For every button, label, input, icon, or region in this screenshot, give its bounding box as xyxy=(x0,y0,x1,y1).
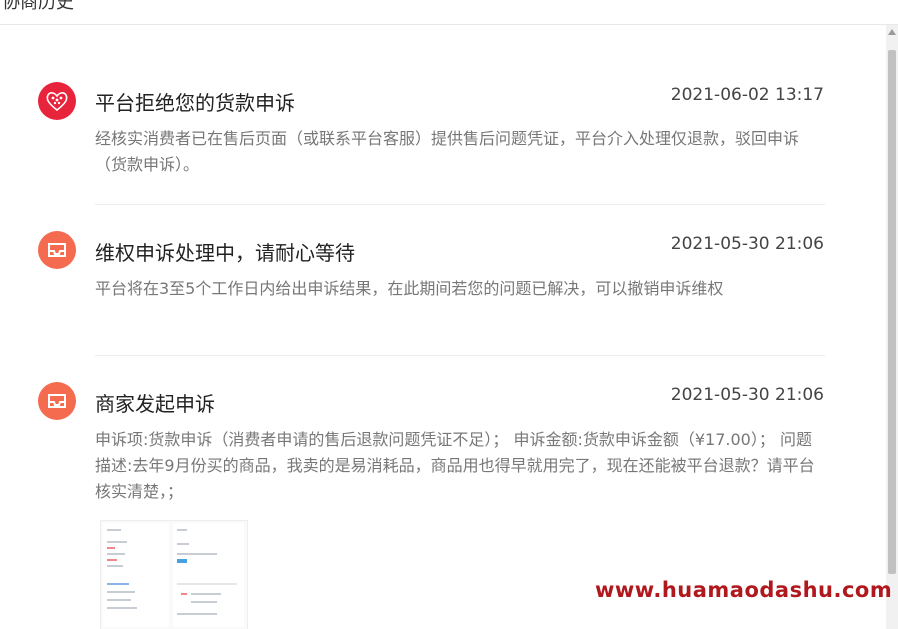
evidence-thumbnail[interactable] xyxy=(100,520,248,629)
inbox-icon xyxy=(38,231,76,269)
entry-time: 2021-06-02 13:17 xyxy=(670,85,824,105)
scrollbar-thumb[interactable] xyxy=(888,50,896,574)
watermark: www.huamaodashu.com xyxy=(595,578,893,602)
page-header: 协商历史 xyxy=(0,0,898,25)
vertical-scrollbar[interactable] xyxy=(886,25,898,629)
entry-title: 维权申诉处理中，请耐心等待 xyxy=(95,241,355,265)
divider xyxy=(95,355,825,356)
entry-time: 2021-05-30 21:06 xyxy=(670,385,824,405)
scroll-up-icon[interactable] xyxy=(888,29,896,35)
heart-pattern-icon xyxy=(38,82,76,120)
page-title: 协商历史 xyxy=(2,0,74,13)
entry-body: 平台将在3至5个工作日内给出申诉结果，在此期间若您的问题已解决，可以撤销申诉维权 xyxy=(95,279,724,298)
history-list: 平台拒绝您的货款申诉 2021-06-02 13:17 经核实消费者已在售后页面… xyxy=(0,25,886,629)
entry-title: 平台拒绝您的货款申诉 xyxy=(95,91,295,115)
entry-body: 申诉项:货款申诉（消费者申请的售后退款问题凭证不足）； 申诉金额:货款申诉金额（… xyxy=(95,430,815,501)
entry-time: 2021-05-30 21:06 xyxy=(670,234,824,254)
entry-body: 经核实消费者已在售后页面（或联系平台客服）提供售后问题凭证，平台介入处理仅退款，… xyxy=(95,129,800,174)
divider xyxy=(95,204,825,205)
inbox-icon xyxy=(38,382,76,420)
entry-title: 商家发起申诉 xyxy=(95,392,215,416)
